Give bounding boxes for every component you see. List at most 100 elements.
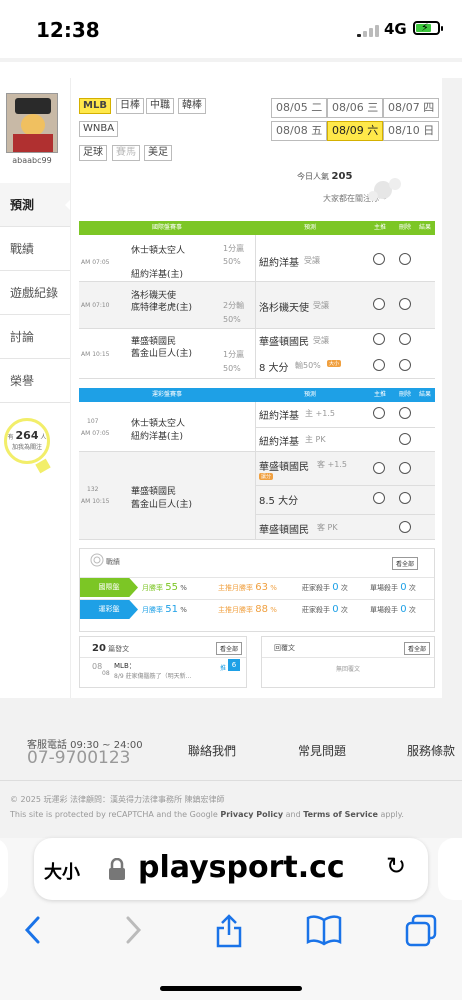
- reload-icon[interactable]: ↻: [386, 852, 406, 880]
- sidebar-item-honor[interactable]: 榮譽: [0, 359, 70, 403]
- league-npb[interactable]: 日棒: [116, 98, 144, 114]
- table-row: 107 AM 07:05 休士頓太空人 紐約洋基(主) 紐約洋基 主 +1.5 …: [79, 402, 435, 452]
- battery-icon: ⚡: [413, 21, 443, 35]
- privacy-link[interactable]: Privacy Policy: [220, 810, 283, 819]
- text-size-button[interactable]: 大小: [44, 858, 80, 884]
- terms-link[interactable]: 服務條款: [407, 742, 455, 759]
- popularity-count: 205: [331, 171, 353, 182]
- stats-row-intl: 國際盤 月勝率 55 % 主推月勝率 63 % 莊家殺手 0 次 單場殺手 0 …: [80, 577, 434, 597]
- sidebar: abaabc99 預測 戰績 遊戲紀錄 討論 榮譽 有 264 人 加我為關注: [0, 78, 71, 698]
- league-cpbl[interactable]: 中職: [146, 98, 174, 114]
- lottery-table: 運彩盤賽事 預測 主推 刪除 結果 107 AM 07:05 休士頓太空人 紐約…: [79, 388, 435, 540]
- delete-radio[interactable]: [399, 359, 411, 371]
- sidebar-item-record[interactable]: 戰績: [0, 227, 70, 271]
- pick-team: 華盛頓國民: [259, 525, 309, 536]
- next-tab-peek[interactable]: [438, 838, 462, 900]
- league-kbo[interactable]: 韓棒: [178, 98, 206, 114]
- push-count-badge: 6: [228, 659, 240, 671]
- replies-see-all-button[interactable]: 看全部: [404, 642, 431, 655]
- pick-total: 8.5 大分: [259, 496, 299, 507]
- faq-link[interactable]: 常見問題: [298, 742, 346, 759]
- hotline-phone[interactable]: 07-9700123: [27, 748, 130, 768]
- delete-radio[interactable]: [399, 333, 411, 345]
- posts-see-all-button[interactable]: 看全部: [216, 642, 243, 655]
- mascot-icon: [368, 178, 401, 201]
- back-icon[interactable]: [22, 914, 44, 946]
- delete-radio[interactable]: [399, 407, 411, 419]
- signal-icon: [357, 25, 383, 37]
- pick-team: 洛杉磯天使: [259, 303, 309, 314]
- replies-box: 回覆文 看全部 無回覆文: [261, 636, 435, 688]
- league-mlb[interactable]: MLB: [79, 98, 111, 114]
- date-0807[interactable]: 08/07 四: [383, 98, 440, 118]
- sidebar-item-game-history[interactable]: 遊戲紀錄: [0, 271, 70, 315]
- lottery-table-header: 運彩盤賽事 預測 主推 刪除 結果: [79, 388, 435, 402]
- network-label: 4G: [384, 20, 407, 38]
- delete-radio[interactable]: [399, 521, 411, 533]
- bookmarks-icon[interactable]: [306, 914, 342, 946]
- date-0808[interactable]: 08/08 五: [271, 121, 328, 141]
- table-row: AM 07:05 休士頓太空人 紐約洋基(主) 1分贏 50% 紐約洋基 受讓: [79, 235, 435, 282]
- sidebar-item-predict[interactable]: 預測: [0, 183, 71, 227]
- posts-box: 20 篇發文 看全部 08 08 MLB： 8/9 莊家傷腦筋了（明天新... …: [79, 636, 247, 688]
- delete-radio[interactable]: [399, 433, 411, 445]
- stats-see-all-button[interactable]: 看全部: [392, 557, 419, 570]
- intl-table: 國際盤賽事 預測 主推 刪除 結果 AM 07:05 休士頓太空人 紐約洋基(主…: [79, 221, 435, 379]
- pick-team: 華盛頓國民: [259, 337, 309, 348]
- league-soccer[interactable]: 足球: [79, 145, 107, 161]
- league-horse: 賽馬: [112, 145, 140, 161]
- intl-table-header: 國際盤賽事 預測 主推 刪除 結果: [79, 221, 435, 235]
- page-top-strip: [0, 62, 462, 78]
- status-time: 12:38: [36, 18, 100, 42]
- table-row: 132 AM 10:15 華盛頓國民 舊金山巨人(主) 華盛頓國民 客 +1.5…: [79, 452, 435, 540]
- main-pick-radio[interactable]: [373, 359, 385, 371]
- main-pick-radio[interactable]: [373, 253, 385, 265]
- pick-team: 紐約洋基: [259, 411, 299, 422]
- delete-radio[interactable]: [399, 492, 411, 504]
- follower-count: 264: [15, 429, 39, 442]
- prev-tab-peek[interactable]: [0, 838, 8, 900]
- pick-team: 華盛頓國民: [259, 462, 309, 473]
- main-pick-radio[interactable]: [373, 298, 385, 310]
- sidebar-item-discussion[interactable]: 討論: [0, 315, 70, 359]
- league-wnba[interactable]: WNBA: [79, 121, 119, 137]
- status-bar: 12:38 4G ⚡: [0, 0, 462, 58]
- target-icon: [90, 553, 104, 567]
- username[interactable]: abaabc99: [0, 156, 64, 165]
- table-row: AM 10:15 華盛頓國民 舊金山巨人(主) 1分贏 50% 華盛頓國民 受讓…: [79, 329, 435, 379]
- lock-icon: [109, 858, 125, 880]
- stats-title: 戰績: [106, 558, 120, 566]
- main-pick-radio[interactable]: [373, 333, 385, 345]
- avatar[interactable]: [6, 93, 58, 153]
- delete-radio[interactable]: [399, 253, 411, 265]
- main-pick-radio[interactable]: [373, 407, 385, 419]
- posts-count: 20: [92, 643, 106, 654]
- main-pick-radio[interactable]: [373, 492, 385, 504]
- tabs-icon[interactable]: [404, 914, 438, 948]
- date-0805[interactable]: 08/05 二: [271, 98, 328, 118]
- url-text[interactable]: playsport.cc: [138, 850, 345, 885]
- contact-link[interactable]: 聯絡我們: [188, 742, 236, 759]
- pick-team: 紐約洋基: [259, 437, 299, 448]
- popularity: 今日人氣 205: [297, 171, 353, 182]
- date-0810[interactable]: 08/10 日: [383, 121, 440, 141]
- pick-team: 紐約洋基: [259, 258, 299, 269]
- copyright: © 2025 玩運彩 法律顧問：漢英得力法律事務所 陳鎮宏律師: [10, 795, 225, 804]
- tos-link[interactable]: Terms of Service: [303, 810, 378, 819]
- delete-radio[interactable]: [399, 462, 411, 474]
- stats-box: 戰績 看全部 國際盤 月勝率 55 % 主推月勝率 63 % 莊家殺手 0 次 …: [79, 548, 435, 632]
- address-bar[interactable]: 大小 playsport.cc ↻: [34, 838, 428, 900]
- share-icon[interactable]: [214, 914, 244, 948]
- delete-radio[interactable]: [399, 298, 411, 310]
- date-0806[interactable]: 08/06 三: [327, 98, 384, 118]
- safari-toolbar: 大小 playsport.cc ↻: [0, 838, 462, 1000]
- table-row: AM 07:10 洛杉磯天使 底特律老虎(主) 2分輸 50% 洛杉磯天使 受讓: [79, 282, 435, 329]
- recaptcha-notice: This site is protected by reCAPTCHA and …: [10, 810, 404, 819]
- main-pick-radio[interactable]: [373, 462, 385, 474]
- date-0809[interactable]: 08/09 六: [327, 121, 384, 141]
- stats-row-lottery: 運彩盤 月勝率 51 % 主推月勝率 88 % 莊家殺手 0 次 單場殺手 0 …: [80, 599, 434, 619]
- follow-bulb-button[interactable]: 有 264 人 加我為關注: [4, 418, 51, 474]
- league-nfl[interactable]: 美足: [144, 145, 172, 161]
- home-indicator: [160, 986, 302, 991]
- footer: 客服電話 09:30 ~ 24:00 07-9700123 聯絡我們 常見問題 …: [0, 698, 462, 838]
